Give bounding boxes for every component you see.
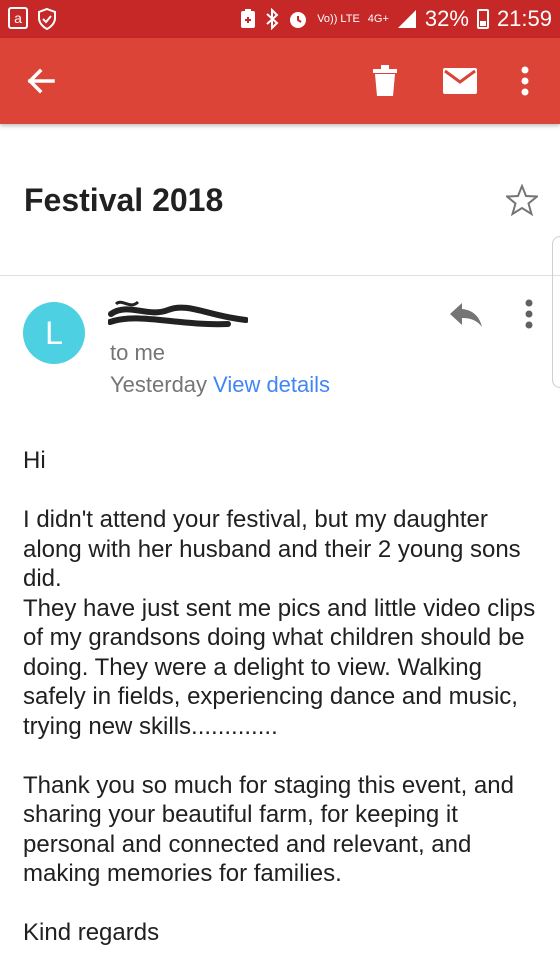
volte-indicator: Vo)) LTE bbox=[317, 12, 360, 25]
status-system-icons: Vo)) LTE 4G+ 32% 21:59 bbox=[239, 6, 552, 32]
mark-unread-button[interactable] bbox=[437, 58, 483, 104]
more-vert-icon bbox=[521, 66, 529, 96]
date-line: Yesterday View details bbox=[110, 372, 330, 398]
body-paragraph-2: They have just sent me pics and little v… bbox=[23, 594, 536, 740]
battery-saver-icon bbox=[241, 9, 256, 28]
greeting: Hi bbox=[23, 447, 46, 474]
body-paragraph-3: Thank you so much for staging this event… bbox=[23, 771, 514, 888]
more-vert-icon bbox=[525, 299, 533, 329]
shield-check-icon bbox=[38, 7, 56, 31]
delete-button[interactable] bbox=[362, 58, 408, 104]
signoff: Kind regards bbox=[23, 919, 160, 946]
status-bar: a Vo)) LTE 4G+ 32% 21:59 bbox=[0, 0, 560, 38]
arrow-left-icon bbox=[27, 68, 55, 94]
reply-icon bbox=[450, 303, 482, 327]
more-options-button[interactable] bbox=[502, 58, 548, 104]
clock: 21:59 bbox=[496, 6, 552, 31]
star-button[interactable] bbox=[504, 183, 540, 221]
scroll-indicator bbox=[552, 236, 560, 388]
sender-name-redacted bbox=[108, 300, 248, 328]
recipient-label[interactable]: to me bbox=[110, 340, 165, 366]
notification-a-icon: a bbox=[8, 7, 28, 29]
alarm-icon bbox=[290, 12, 307, 28]
body-paragraph-1: I didn't attend your festival, but my da… bbox=[23, 506, 521, 592]
signal-icon bbox=[397, 10, 416, 28]
email-date: Yesterday bbox=[110, 372, 208, 397]
back-button[interactable] bbox=[18, 58, 64, 104]
bluetooth-icon bbox=[266, 8, 279, 30]
app-bar bbox=[0, 38, 560, 124]
email-body: Hi I didn't attend your festival, but my… bbox=[23, 446, 543, 948]
battery-icon bbox=[476, 9, 489, 29]
status-notification-icons: a bbox=[8, 7, 58, 31]
message-more-button[interactable] bbox=[516, 298, 542, 335]
network-type: 4G+ bbox=[367, 12, 389, 25]
trash-icon bbox=[373, 65, 397, 96]
star-icon bbox=[504, 183, 540, 217]
battery-percent: 32% bbox=[424, 6, 469, 31]
header-divider bbox=[0, 275, 560, 276]
mail-icon bbox=[443, 68, 477, 94]
email-subject: Festival 2018 bbox=[24, 182, 224, 218]
avatar[interactable]: L bbox=[23, 302, 85, 364]
view-details-link[interactable]: View details bbox=[213, 372, 330, 397]
reply-button[interactable] bbox=[448, 302, 484, 333]
